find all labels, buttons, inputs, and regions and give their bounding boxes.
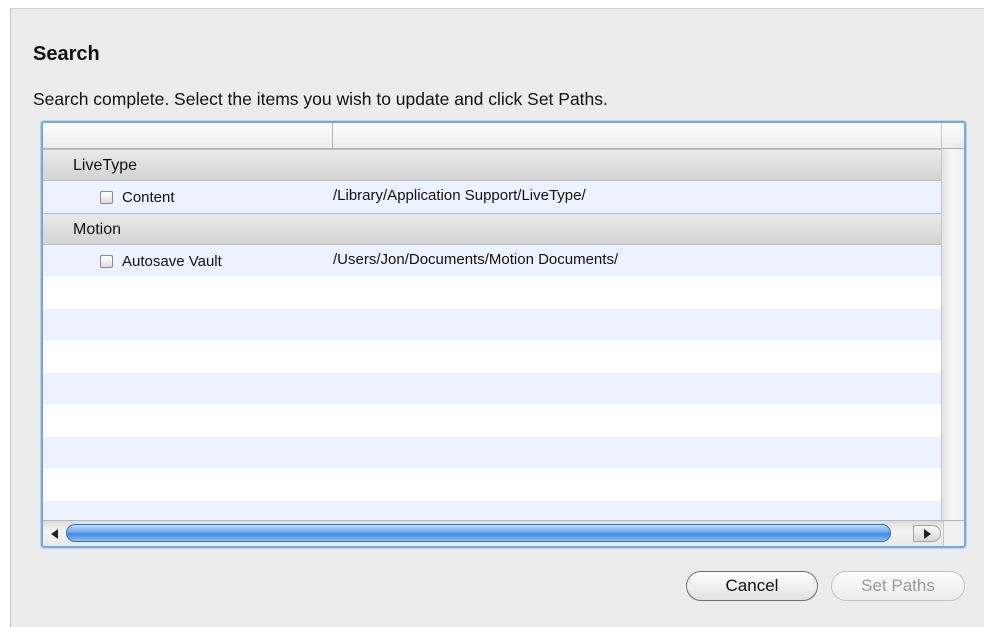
content-checkbox[interactable] bbox=[100, 191, 113, 204]
autosave-vault-checkbox[interactable] bbox=[100, 255, 113, 268]
empty-row bbox=[43, 309, 941, 341]
empty-row bbox=[43, 341, 941, 373]
group-row-livetype[interactable]: LiveType bbox=[43, 149, 941, 181]
column-header-item[interactable] bbox=[43, 123, 333, 148]
item-path: /Users/Jon/Documents/Motion Documents/ bbox=[333, 251, 619, 268]
item-label: Content bbox=[122, 189, 175, 206]
dialog-title: Search bbox=[33, 43, 100, 65]
group-label: LiveType bbox=[73, 157, 138, 174]
group-label: Motion bbox=[73, 221, 122, 238]
results-table[interactable]: LiveType Content /Library/Application Su… bbox=[41, 121, 966, 548]
item-label: Autosave Vault bbox=[122, 253, 222, 270]
horizontal-scrollbar[interactable] bbox=[43, 520, 964, 546]
scroll-right-arrow-icon bbox=[924, 529, 931, 539]
scroll-left-arrow-icon[interactable] bbox=[51, 529, 58, 539]
scroll-corner bbox=[943, 520, 964, 546]
dialog-message: Search complete. Select the items you wi… bbox=[33, 89, 608, 109]
empty-row bbox=[43, 437, 941, 469]
header-corner bbox=[941, 123, 964, 149]
empty-row bbox=[43, 501, 941, 520]
horizontal-scroll-thumb[interactable] bbox=[66, 524, 891, 542]
empty-row bbox=[43, 373, 941, 405]
vertical-scrollbar-track[interactable] bbox=[941, 149, 964, 520]
column-header-path[interactable] bbox=[333, 123, 941, 148]
table-body: LiveType Content /Library/Application Su… bbox=[43, 149, 941, 520]
table-row[interactable]: Autosave Vault /Users/Jon/Documents/Moti… bbox=[43, 245, 941, 277]
table-row[interactable]: Content /Library/Application Support/Liv… bbox=[43, 181, 941, 213]
empty-row bbox=[43, 469, 941, 501]
set-paths-button[interactable]: Set Paths bbox=[831, 571, 965, 601]
item-path: /Library/Application Support/LiveType/ bbox=[333, 187, 586, 204]
table-header bbox=[43, 123, 941, 149]
empty-row bbox=[43, 277, 941, 309]
empty-row bbox=[43, 405, 941, 437]
cancel-button[interactable]: Cancel bbox=[686, 571, 818, 601]
group-row-motion[interactable]: Motion bbox=[43, 213, 941, 245]
scroll-right-button[interactable] bbox=[913, 525, 941, 542]
